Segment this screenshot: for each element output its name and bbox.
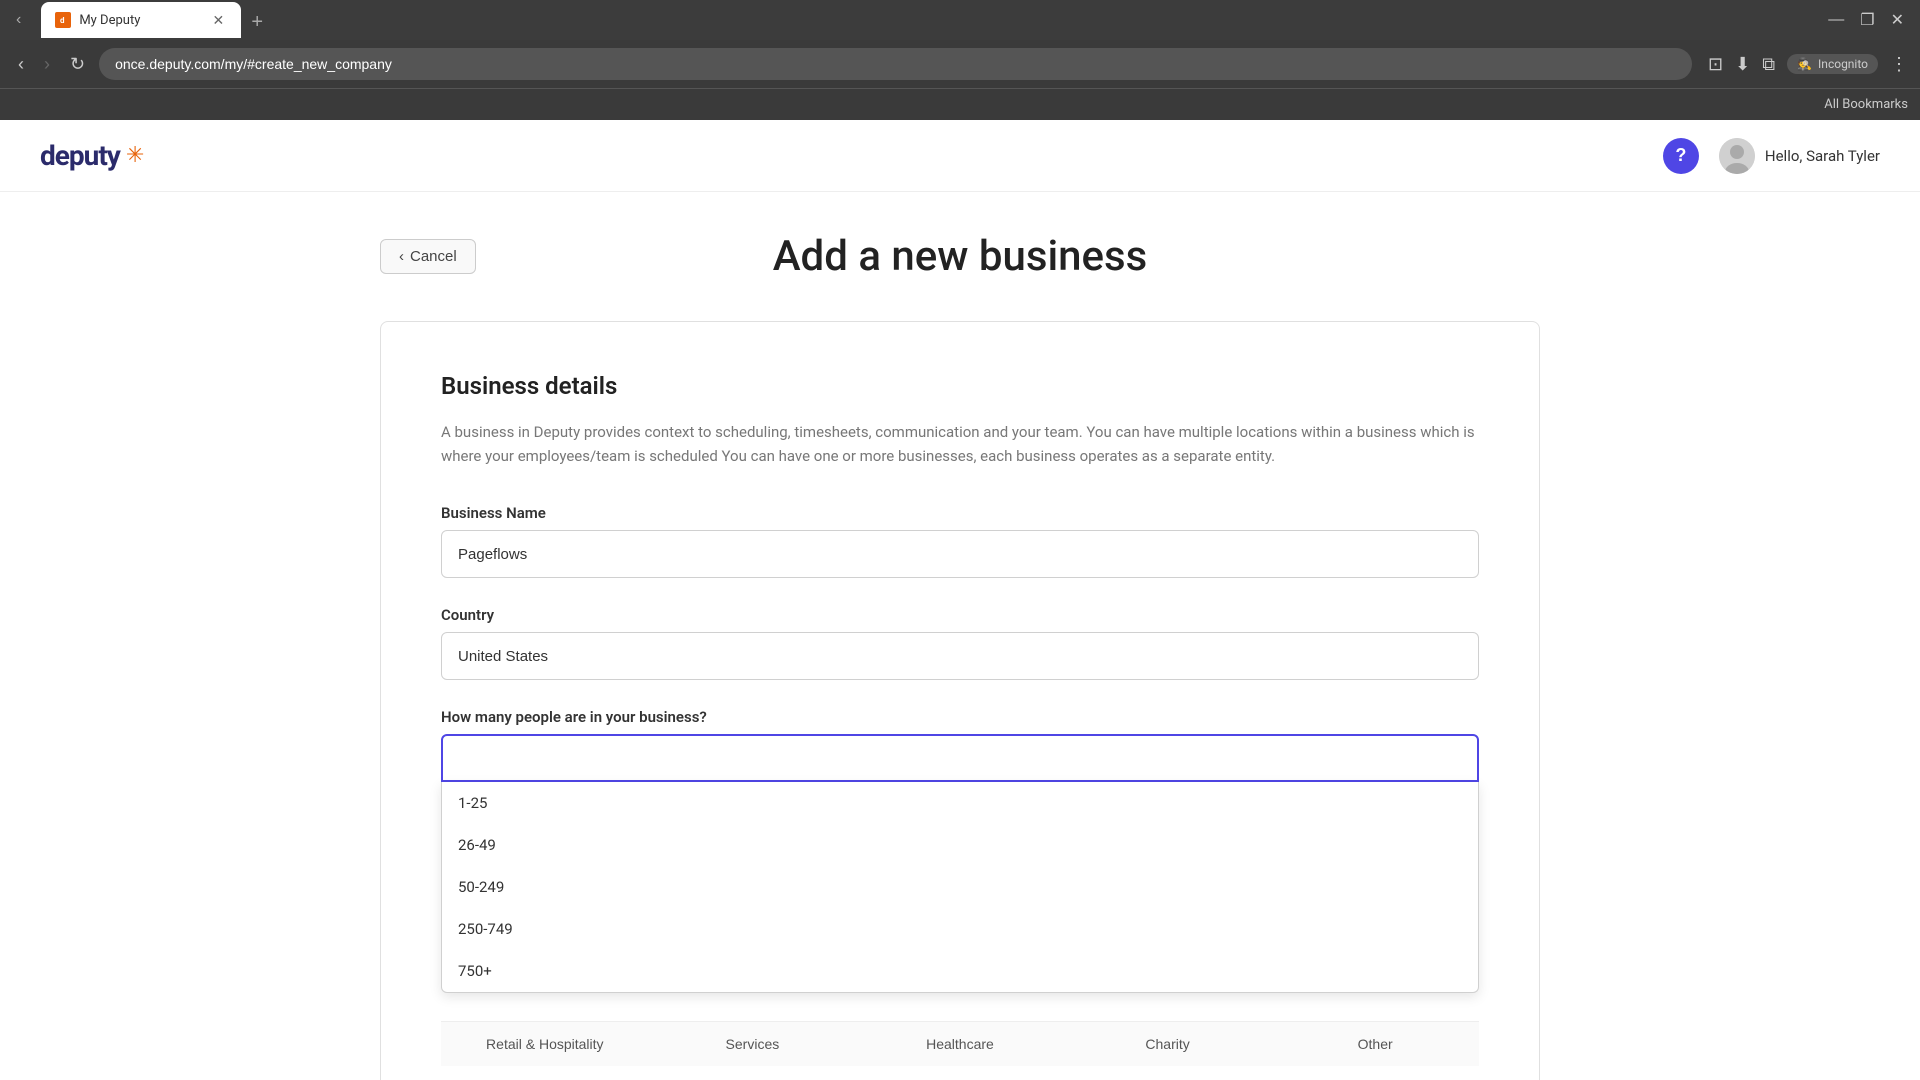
window-minimize-button[interactable]: — [1828, 10, 1844, 30]
user-info[interactable]: Hello, Sarah Tyler [1719, 138, 1880, 174]
cancel-label: Cancel [410, 248, 457, 265]
browser-menu-button[interactable]: ⋮ [1890, 54, 1908, 75]
people-label: How many people are in your business? [441, 708, 1479, 726]
svg-text:d: d [60, 16, 65, 25]
avatar [1719, 138, 1755, 174]
bookmarks-label: All Bookmarks [1824, 97, 1908, 112]
business-name-label: Business Name [441, 504, 1479, 522]
people-dropdown-menu: 1-25 26-49 50-249 250-749 750+ [441, 782, 1479, 993]
active-tab[interactable]: d My Deputy ✕ [41, 2, 241, 38]
tab-healthcare[interactable]: Healthcare [856, 1022, 1064, 1066]
tab-services[interactable]: Services [649, 1022, 857, 1066]
cancel-button[interactable]: ‹ Cancel [380, 239, 476, 274]
deputy-logo: deputy✳ [40, 139, 144, 172]
tab-charity[interactable]: Charity [1064, 1022, 1272, 1066]
incognito-badge: 🕵 Incognito [1787, 54, 1878, 74]
incognito-icon: 🕵 [1797, 57, 1812, 71]
business-name-input[interactable] [441, 530, 1479, 578]
country-label: Country [441, 606, 1479, 624]
page-header: ‹ Cancel Add a new business [380, 232, 1540, 281]
tab-title: My Deputy [79, 13, 201, 28]
industry-tabs: Retail & Hospitality Services Healthcare… [441, 1021, 1479, 1066]
people-count-input[interactable] [441, 734, 1479, 782]
form-card: Business details A business in Deputy pr… [380, 321, 1540, 1080]
people-dropdown-container: 1-25 26-49 50-249 250-749 750+ [441, 734, 1479, 993]
cast-icon[interactable]: ⊡ [1708, 54, 1723, 75]
dropdown-option-1-25[interactable]: 1-25 [442, 782, 1478, 824]
page-content: ‹ Cancel Add a new business Business det… [360, 192, 1560, 1080]
section-description: A business in Deputy provides context to… [441, 420, 1479, 468]
window-close-button[interactable]: ✕ [1891, 10, 1904, 30]
country-input[interactable] [441, 632, 1479, 680]
forward-button[interactable]: › [38, 50, 56, 79]
downloads-icon[interactable]: ⬇ [1735, 54, 1750, 75]
extensions-icon[interactable]: ⧉ [1762, 54, 1775, 75]
tab-retail-hospitality[interactable]: Retail & Hospitality [441, 1022, 649, 1066]
page-title: Add a new business [380, 232, 1540, 281]
people-group: How many people are in your business? 1-… [441, 708, 1479, 993]
tab-favicon: d [55, 12, 71, 28]
app-header: deputy✳ ? Hello, Sarah Tyler [0, 120, 1920, 192]
user-name: Hello, Sarah Tyler [1765, 147, 1880, 165]
business-name-group: Business Name [441, 504, 1479, 578]
header-right: ? Hello, Sarah Tyler [1663, 138, 1880, 174]
incognito-label: Incognito [1818, 57, 1868, 71]
dropdown-option-750plus[interactable]: 750+ [442, 950, 1478, 992]
dropdown-option-50-249[interactable]: 50-249 [442, 866, 1478, 908]
logo-text: deputy [40, 139, 120, 172]
dropdown-option-26-49[interactable]: 26-49 [442, 824, 1478, 866]
section-title: Business details [441, 372, 1479, 400]
country-group: Country [441, 606, 1479, 680]
reload-button[interactable]: ↻ [64, 50, 91, 79]
back-button[interactable]: ‹ [12, 50, 30, 79]
tab-other[interactable]: Other [1271, 1022, 1479, 1066]
new-tab-button[interactable]: + [241, 7, 273, 38]
help-button[interactable]: ? [1663, 138, 1699, 174]
logo-asterisk: ✳ [126, 143, 144, 168]
tab-back-button[interactable]: ‹ [8, 7, 29, 33]
address-bar[interactable] [99, 48, 1692, 80]
window-restore-button[interactable]: ❐ [1860, 10, 1874, 30]
tab-close-button[interactable]: ✕ [209, 11, 227, 29]
chevron-left-icon: ‹ [399, 248, 404, 265]
dropdown-option-250-749[interactable]: 250-749 [442, 908, 1478, 950]
